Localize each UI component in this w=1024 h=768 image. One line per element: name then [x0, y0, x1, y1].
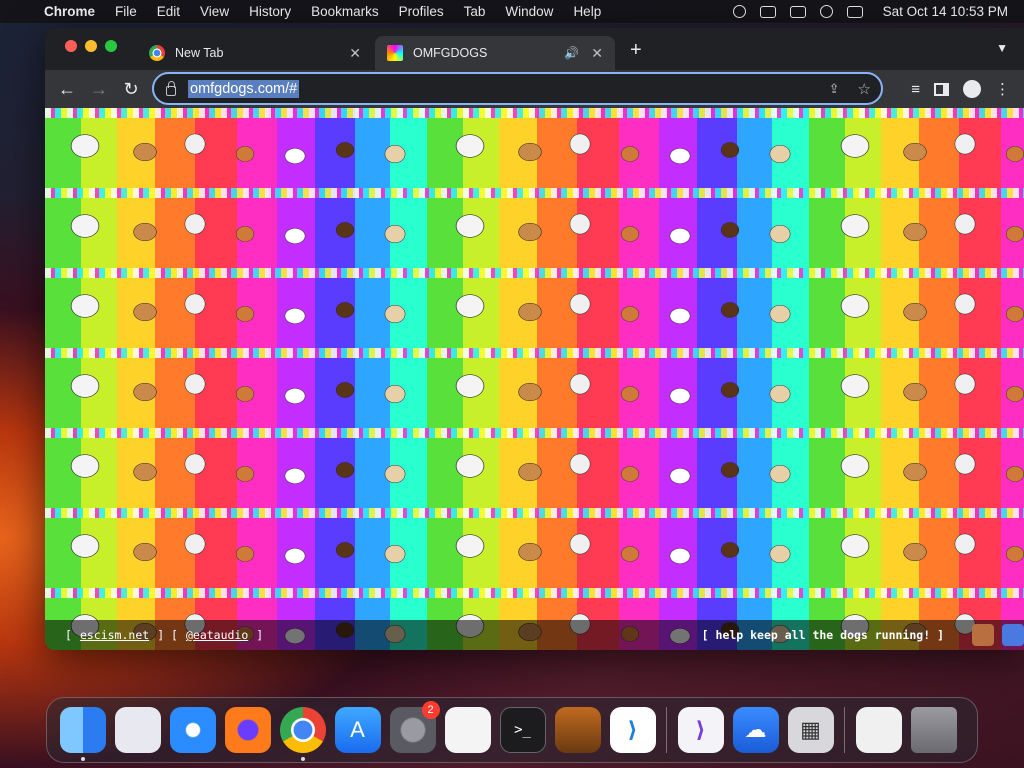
dock-separator: [666, 707, 667, 753]
footer-bracket: ] [: [157, 628, 178, 642]
menu-edit[interactable]: Edit: [147, 4, 190, 19]
finder-icon[interactable]: [59, 707, 106, 761]
safari-icon[interactable]: [169, 707, 216, 753]
toolbar-right-actions: ≡ ⋮: [911, 70, 1024, 108]
chrome-icon: [149, 45, 165, 61]
tab-title: OMFGDOGS: [413, 46, 488, 60]
bookmark-star-icon[interactable]: ☆: [858, 80, 871, 98]
donate-text[interactable]: [ help keep all the dogs running! ]: [702, 628, 944, 642]
forward-button[interactable]: →: [83, 79, 115, 100]
tab-omfgdogs[interactable]: OMFGDOGS 🔊 ✕: [375, 36, 615, 70]
new-tab-button[interactable]: +: [630, 39, 642, 62]
omfgdogs-page: [ escism.net ] [ @eataudio ] [ help keep…: [45, 108, 1024, 650]
menu-help[interactable]: Help: [563, 4, 611, 19]
lock-icon[interactable]: [166, 80, 176, 96]
menu-tab[interactable]: Tab: [454, 4, 496, 19]
app-store-icon[interactable]: A: [334, 707, 381, 753]
back-button[interactable]: ←: [51, 79, 83, 100]
menu-file[interactable]: File: [105, 4, 147, 19]
menu-bar: Chrome File Edit View History Bookmarks …: [0, 0, 1024, 23]
dog-row: [45, 188, 1024, 268]
side-panel-icon[interactable]: [934, 82, 949, 96]
menu-app-name[interactable]: Chrome: [40, 4, 105, 19]
terminal-icon[interactable]: >_: [499, 707, 546, 753]
menu-profiles[interactable]: Profiles: [389, 4, 454, 19]
tab-new-tab[interactable]: New Tab ✕: [137, 36, 373, 70]
page-footer: [ escism.net ] [ @eataudio ] [ help keep…: [45, 620, 1024, 650]
trash-icon[interactable]: [910, 707, 957, 753]
chrome-window: New Tab ✕ OMFGDOGS 🔊 ✕ + ▼ ← → ↻ omfgdog…: [45, 28, 1024, 650]
tab-strip: New Tab ✕ OMFGDOGS 🔊 ✕ + ▼: [45, 28, 1024, 70]
browser-toolbar: ← → ↻ omfgdogs.com/# ⇪ ☆ ≡ ⋮: [45, 70, 1024, 108]
close-tab-icon[interactable]: ✕: [349, 45, 361, 62]
menu-bookmarks[interactable]: Bookmarks: [301, 4, 389, 19]
minimize-window-button[interactable]: [85, 40, 97, 52]
textedit-icon[interactable]: [444, 707, 491, 753]
dog-sprite-icon: [972, 624, 994, 646]
reload-button[interactable]: ↻: [115, 79, 147, 100]
weather-icon[interactable]: ☁: [732, 707, 779, 753]
more-menu-icon[interactable]: ⋮: [995, 80, 1010, 98]
menu-window[interactable]: Window: [495, 4, 563, 19]
tab-title: New Tab: [175, 46, 224, 60]
profile-avatar-icon[interactable]: [963, 80, 981, 98]
close-tab-icon[interactable]: ✕: [591, 45, 603, 62]
footer-bracket: ]: [256, 628, 264, 642]
dog-row: [45, 108, 1024, 188]
dog-row: [45, 348, 1024, 428]
visual-studio-icon[interactable]: ⟩: [677, 707, 724, 753]
play-status-icon[interactable]: [732, 5, 746, 18]
audio-playing-icon[interactable]: 🔊: [564, 46, 579, 60]
preview-icon[interactable]: [855, 707, 902, 753]
window-controls: [65, 40, 117, 52]
omfgdogs-favicon: [387, 45, 403, 61]
dog-sprite-icon: [1002, 624, 1024, 646]
close-window-button[interactable]: [65, 40, 77, 52]
escism-link[interactable]: escism.net: [80, 628, 149, 642]
screen-mirroring-icon[interactable]: [789, 5, 806, 18]
dog-row: [45, 428, 1024, 508]
vscode-icon[interactable]: ⟩: [609, 707, 656, 753]
address-bar[interactable]: omfgdogs.com/# ⇪ ☆: [152, 72, 883, 105]
garageband-icon[interactable]: [554, 707, 601, 753]
notification-badge: 2: [421, 701, 440, 719]
firefox-icon[interactable]: [224, 707, 271, 753]
spotlight-search-icon[interactable]: [819, 5, 833, 18]
address-text[interactable]: omfgdogs.com/#: [188, 79, 300, 98]
dock-separator: [844, 707, 845, 753]
display-status-icon[interactable]: [759, 5, 776, 18]
menu-clock[interactable]: Sat Oct 14 10:53 PM: [883, 4, 1008, 19]
dog-row: [45, 268, 1024, 348]
control-center-icon[interactable]: [846, 5, 863, 18]
share-icon[interactable]: ⇪: [829, 81, 840, 97]
calculator-icon[interactable]: ▦: [787, 707, 834, 753]
system-settings-icon[interactable]: 2: [389, 701, 440, 753]
menu-view[interactable]: View: [190, 4, 239, 19]
tab-search-chevron-icon[interactable]: ▼: [996, 41, 1008, 55]
maximize-window-button[interactable]: [105, 40, 117, 52]
dog-row: [45, 508, 1024, 588]
footer-bracket: [: [65, 628, 72, 642]
dock: A 2 >_ ⟩ ⟩ ☁ ▦: [46, 697, 978, 763]
chrome-icon[interactable]: [279, 707, 326, 761]
reading-list-icon[interactable]: ≡: [911, 81, 920, 98]
eataudio-link[interactable]: @eataudio: [186, 628, 248, 642]
menu-history[interactable]: History: [239, 4, 301, 19]
launchpad-icon[interactable]: [114, 707, 161, 753]
